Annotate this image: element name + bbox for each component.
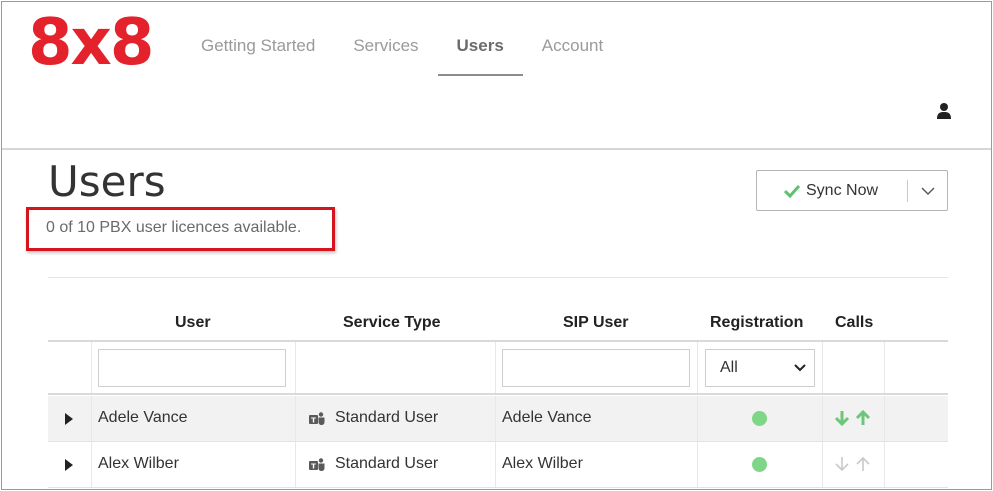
column-divider	[295, 342, 296, 393]
registration-status-dot	[752, 457, 767, 472]
section-divider	[48, 277, 948, 278]
column-header-user[interactable]: User	[175, 314, 211, 332]
licence-availability-text: 0 of 10 PBX user licences available.	[46, 219, 302, 236]
user-filter-input[interactable]	[98, 349, 286, 387]
svg-text:T: T	[311, 417, 316, 425]
sync-options-dropdown[interactable]	[908, 171, 947, 210]
sync-now-label: Sync Now	[806, 181, 879, 199]
column-header-service-type[interactable]: Service Type	[343, 314, 441, 332]
teams-icon: T	[309, 412, 325, 425]
column-divider	[91, 396, 92, 441]
main-nav: Getting Started Services Users Account	[182, 20, 622, 76]
column-divider	[697, 442, 698, 487]
column-divider	[295, 442, 296, 487]
user-icon[interactable]	[936, 102, 952, 120]
registration-status-dot	[752, 411, 767, 426]
nav-services[interactable]: Services	[334, 20, 437, 76]
user-name: Adele Vance	[98, 409, 188, 426]
check-icon	[784, 184, 800, 198]
table-row[interactable]: Adele Vance T Standard User Adele Vance	[48, 396, 948, 442]
column-divider	[91, 442, 92, 487]
column-divider	[822, 396, 823, 441]
nav-users[interactable]: Users	[437, 20, 523, 76]
column-header-calls[interactable]: Calls	[835, 314, 873, 332]
sync-now-split-button: Sync Now	[756, 170, 948, 211]
service-type: Standard User	[335, 409, 439, 426]
column-divider	[91, 342, 92, 393]
sip-user: Alex Wilber	[502, 455, 583, 472]
column-divider	[295, 396, 296, 441]
chevron-down-icon	[921, 187, 934, 195]
nav-account[interactable]: Account	[523, 20, 622, 76]
top-navigation-bar: 8x8 Getting Started Services Users Accou…	[2, 2, 991, 150]
column-divider	[884, 396, 885, 441]
chevron-down-icon	[794, 364, 806, 372]
expand-row-icon[interactable]	[65, 413, 73, 425]
inbound-call-arrow-icon	[834, 411, 850, 427]
column-divider	[697, 396, 698, 441]
brand-logo[interactable]: 8x8	[28, 7, 154, 79]
column-divider	[884, 342, 885, 393]
filter-row: All	[48, 342, 948, 395]
sip-user-filter-input[interactable]	[502, 349, 690, 387]
table-row[interactable]: Alex Wilber T Standard User Alex Wilber	[48, 442, 948, 488]
column-divider	[697, 342, 698, 393]
expand-row-icon[interactable]	[65, 459, 73, 471]
inbound-call-arrow-icon	[835, 457, 849, 472]
registration-filter-value: All	[720, 359, 738, 376]
registration-filter-select[interactable]: All	[705, 349, 815, 387]
column-header-registration[interactable]: Registration	[710, 314, 803, 332]
user-name: Alex Wilber	[98, 455, 179, 472]
page-title: Users	[48, 157, 166, 206]
outbound-call-arrow-icon	[856, 456, 870, 471]
column-divider	[884, 442, 885, 487]
app-window: 8x8 Getting Started Services Users Accou…	[1, 1, 992, 490]
svg-text:T: T	[311, 463, 316, 471]
column-header-sip-user[interactable]: SIP User	[563, 314, 629, 332]
column-divider	[495, 342, 496, 393]
sync-now-button[interactable]: Sync Now	[757, 171, 907, 210]
column-divider	[822, 342, 823, 393]
column-divider	[495, 396, 496, 441]
service-type: Standard User	[335, 455, 439, 472]
sip-user: Adele Vance	[502, 409, 592, 426]
column-divider	[495, 442, 496, 487]
column-divider	[822, 442, 823, 487]
nav-getting-started[interactable]: Getting Started	[182, 20, 334, 76]
teams-icon: T	[309, 458, 325, 471]
outbound-call-arrow-icon	[855, 409, 871, 425]
